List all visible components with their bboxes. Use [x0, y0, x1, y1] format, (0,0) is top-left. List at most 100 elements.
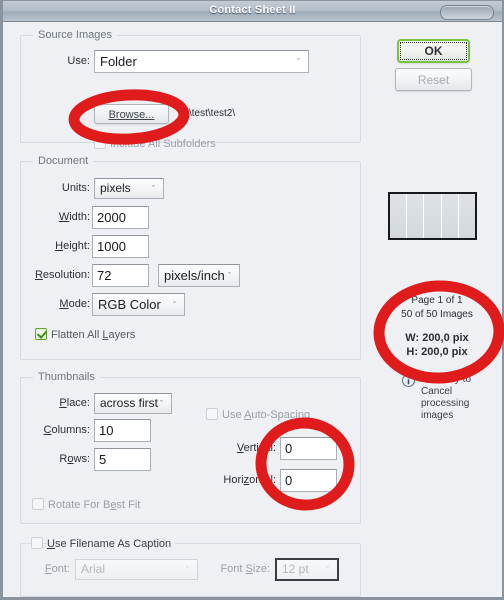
esc-hint-text: ESC key to Cancel processing images: [421, 374, 472, 421]
auto-spacing-label-post: uto-Spacing: [251, 409, 311, 421]
use-auto-spacing-label: Use Auto-Spacing: [222, 409, 311, 421]
use-select[interactable]: Folder ˇ: [94, 50, 309, 73]
flatten-all-layers-checkbox[interactable]: [35, 328, 47, 340]
chevron-down-icon: ˇ: [186, 564, 189, 575]
use-label: Use:: [67, 55, 90, 67]
contact-sheet-dialog: Contact Sheet II Source Images Use: Fold…: [0, 0, 504, 600]
width-input[interactable]: 2000: [92, 206, 149, 229]
reset-button-label: Reset: [417, 73, 450, 87]
preview-column: [424, 194, 442, 238]
vertical-spacing-input[interactable]: 0: [280, 437, 337, 460]
browse-button-label: Browse...: [108, 109, 155, 121]
image-count-text: 50 of 50 Images: [401, 309, 473, 320]
flatten-label-post: ayers: [108, 329, 136, 341]
collapse-pill-button[interactable]: [440, 5, 494, 20]
width-label: Width:: [58, 211, 90, 223]
font-size-label: Font Size:: [220, 563, 270, 575]
window-title: Contact Sheet II: [209, 4, 296, 16]
chevron-down-icon: ˇ: [297, 56, 300, 67]
ok-button-label: OK: [424, 44, 443, 58]
use-filename-as-caption-checkbox[interactable]: [31, 537, 43, 549]
horizontal-label: Horizontal:: [223, 474, 276, 486]
auto-spacing-label-pre: Use: [222, 409, 245, 421]
columns-label-rest: olumns:: [51, 424, 90, 436]
ok-button[interactable]: OK: [397, 39, 470, 63]
rotate-label-post: st Fit: [116, 499, 141, 511]
preview-column: [441, 194, 459, 238]
columns-input-value: 10: [99, 423, 114, 438]
mode-label-rest: ode:: [68, 298, 90, 310]
thumbnails-legend: Thumbnails: [33, 371, 100, 383]
font-size-select[interactable]: 12 pt ˇ: [275, 558, 339, 581]
contact-sheet-preview: [388, 192, 477, 240]
place-label: Place:: [59, 397, 90, 409]
flatten-all-layers-label: Flatten All Layers: [51, 329, 136, 341]
units-select-value: pixels: [100, 181, 131, 195]
include-subfolders-checkbox[interactable]: [94, 137, 106, 149]
reset-button[interactable]: Reset: [395, 68, 472, 91]
rows-input-value: 5: [99, 452, 107, 467]
font-select[interactable]: Arial ˇ: [75, 559, 198, 580]
resolution-input[interactable]: 72: [92, 264, 149, 287]
preview-columns: [390, 194, 475, 238]
rows-label-post: ws:: [73, 453, 91, 465]
preview-width-text: W: 200,0 pix: [405, 332, 469, 344]
preview-height-text: H: 200,0 pix: [406, 346, 468, 358]
mode-label: Mode:: [59, 298, 90, 310]
place-select-value: across first: [100, 396, 159, 410]
horizontal-spacing-input[interactable]: 0: [280, 469, 337, 492]
horizontal-label-pre: Hori: [223, 474, 244, 486]
use-auto-spacing-checkbox[interactable]: [206, 408, 218, 420]
font-size-label-post: ize:: [252, 563, 270, 575]
font-size-label-pre: Font: [220, 563, 246, 575]
browse-button[interactable]: Browse...: [94, 104, 169, 124]
vertical-label: Vertical:: [236, 442, 276, 454]
font-select-value: Arial: [81, 562, 106, 576]
rows-label: Rows:: [59, 453, 91, 465]
source-path: D:\test\test2\: [179, 108, 236, 119]
titlebar[interactable]: Contact Sheet II: [3, 1, 502, 22]
font-label-rest: ont:: [51, 563, 70, 575]
chevron-down-icon: ˇ: [173, 299, 176, 310]
flatten-label-pre: Flatten All: [51, 329, 103, 341]
resolution-units-value: pixels/inch: [164, 268, 225, 283]
chevron-down-icon: ˇ: [160, 398, 163, 409]
height-input[interactable]: 1000: [92, 235, 149, 258]
height-label: Height:: [55, 240, 90, 252]
info-icon: [402, 374, 415, 387]
horizontal-label-post: ontal:: [249, 474, 276, 486]
vertical-label-rest: ertical:: [243, 442, 276, 454]
rotate-label-pre: Rotate For B: [48, 499, 111, 511]
resolution-units-select[interactable]: pixels/inch ˇ: [158, 264, 240, 287]
dialog-content: Source Images Use: Folder ˇ Browse... D:…: [3, 22, 504, 597]
height-label-rest: eight:: [63, 240, 90, 252]
preview-column: [390, 194, 408, 238]
mode-select-value: RGB Color: [98, 297, 161, 312]
rotate-for-best-fit-checkbox[interactable]: [32, 498, 44, 510]
resolution-label-rest: esolution:: [42, 269, 90, 281]
resolution-label: Resolution:: [34, 269, 90, 281]
chevron-down-icon: ˇ: [228, 270, 231, 281]
preview-column: [458, 194, 475, 238]
height-input-value: 1000: [97, 239, 126, 254]
horizontal-spacing-value: 0: [285, 473, 293, 488]
rows-input[interactable]: 5: [94, 448, 151, 471]
source-images-legend: Source Images: [33, 29, 117, 41]
mode-select[interactable]: RGB Color ˇ: [92, 293, 185, 316]
units-select[interactable]: pixels ˇ: [94, 178, 164, 199]
width-label-rest: idth:: [69, 211, 90, 223]
chevron-down-icon: ˇ: [326, 564, 329, 575]
resolution-input-value: 72: [97, 268, 112, 283]
rotate-for-best-fit-label: Rotate For Best Fit: [48, 499, 141, 511]
page-count-text: Page 1 of 1: [411, 295, 463, 306]
columns-label: Columns:: [43, 424, 90, 436]
include-subfolders-label: Include All Subfolders: [110, 138, 216, 150]
units-label: Units:: [61, 182, 90, 194]
font-size-select-value: 12 pt: [282, 562, 309, 576]
font-label: Font:: [44, 563, 70, 575]
place-select[interactable]: across first ˇ: [94, 393, 172, 414]
preview-column: [407, 194, 425, 238]
columns-input[interactable]: 10: [94, 419, 151, 442]
caption-legend-rest: se Filename As Caption: [54, 538, 172, 550]
width-input-value: 2000: [97, 210, 126, 225]
